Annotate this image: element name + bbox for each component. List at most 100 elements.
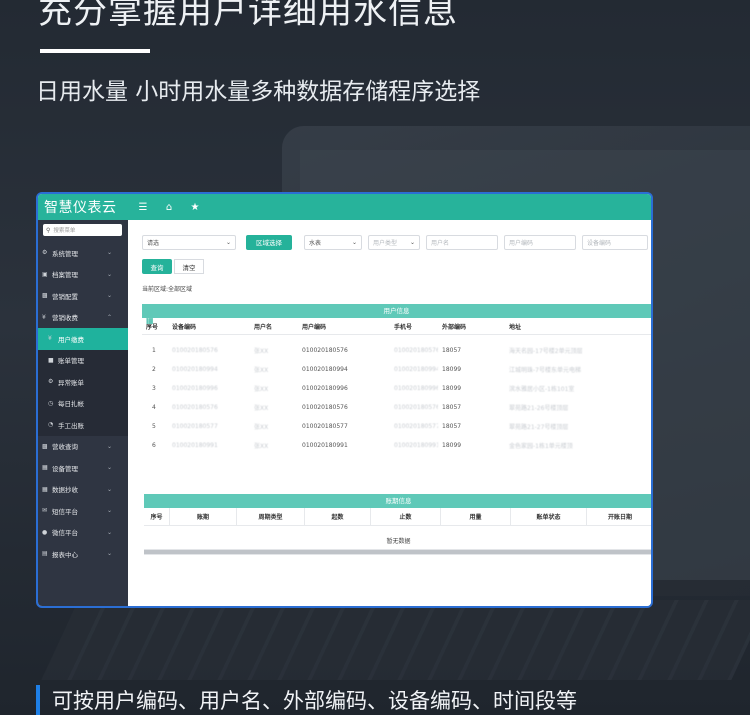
table-cell-device: 010020180576 [172, 347, 218, 354]
table-row[interactable]: 5 010020180577 张XX 010020180577 010020180577… [142, 417, 651, 436]
table-cell-phone: 010020180576 [394, 404, 438, 411]
table-cell-code: 010020180576 [302, 404, 348, 411]
user-info-title: 用户信息 [142, 304, 651, 318]
user-type-select[interactable]: 用户类型 ⌄ [368, 234, 420, 250]
bill-horizontal-scrollbar[interactable] [144, 549, 651, 555]
menu-toggle-icon[interactable]: ☰ [130, 202, 156, 213]
table-toggle-icon[interactable]: ▦ [146, 316, 154, 325]
bill-info-panel: 账期信息 序号 账期 周期类型 起数 止数 用量 账单状态 开账日期 暂无数据 [144, 494, 651, 555]
chevron-down-icon: ⌄ [106, 528, 112, 536]
column-header: 开账日期 [607, 514, 632, 521]
column-header: 手机号 [394, 323, 413, 331]
mail-icon: ✉ [42, 507, 48, 515]
card-icon: ▩ [42, 442, 48, 450]
table-cell-code: 010020180576 [302, 347, 348, 354]
sidebar-item-label: 档案管理 [52, 271, 78, 280]
promo-bottom-note: 可按用户编码、用户名、外部编码、设备编码、时间段等 [36, 684, 577, 715]
sidebar-item-bill-management[interactable]: ■ 账单管理 [38, 350, 128, 372]
sidebar-item-marketing-config[interactable]: ▩ 营销配置 ⌄ [38, 285, 128, 307]
table-cell-device: 010020180996 [172, 385, 218, 392]
user-table-body: 1 010020180576 张XX 010020180576 010020180576… [142, 341, 651, 455]
table-row[interactable]: 1 010020180576 张XX 010020180576 010020180576… [142, 341, 651, 360]
sidebar-item-report-center[interactable]: ▤ 报表中心 ⌄ [38, 543, 128, 565]
area-select-value: 请选 [147, 239, 160, 247]
background-keyboard [41, 600, 750, 680]
devicecode-input[interactable]: 设备编码 [582, 234, 648, 250]
table-row[interactable]: 3 010020180996 张XX 010020180996 010020180996… [142, 379, 651, 398]
table-cell-phone: 010020180996 [394, 385, 438, 392]
user-table-header: 序号 设备编码 用户名 用户编码 手机号 外部编码 地址 [142, 318, 651, 335]
sidebar-item-label: 报表中心 [52, 550, 78, 559]
table-cell-no: 3 [152, 385, 156, 392]
sidebar-item-label: 系统管理 [52, 249, 78, 258]
sidebar-item-label: 设备管理 [52, 464, 78, 473]
table-row[interactable]: 6 010020180991 张XX 010020180991 010020180991… [142, 436, 651, 455]
table-cell-name: 张XX [254, 405, 269, 412]
sidebar-item-revenue-query[interactable]: ▩ 营收查询 ⌄ [38, 436, 128, 458]
sidebar-item-data-reading[interactable]: ▦ 数据抄收 ⌄ [38, 479, 128, 501]
home-icon[interactable]: ⌂ [156, 202, 182, 213]
card-icon: ▩ [42, 292, 48, 300]
table-cell-ext: 18057 [442, 347, 462, 354]
table-cell-no: 1 [152, 347, 156, 354]
bottom-note-accent-bar [36, 684, 40, 715]
sidebar-item-label: 手工出账 [58, 421, 84, 430]
chevron-down-icon: ⌄ [409, 238, 415, 246]
column-header: 账期 [170, 508, 237, 525]
table-cell-ext: 18057 [442, 423, 462, 430]
sidebar-search-input[interactable]: ⚲ 搜索菜单 [43, 224, 122, 236]
column-header: 用户名 [254, 323, 273, 331]
table-cell-no: 4 [152, 404, 156, 411]
clear-button[interactable]: 清空 [174, 259, 204, 274]
column-header: 设备编码 [172, 323, 197, 331]
table-cell-device: 010020180991 [172, 442, 218, 449]
sidebar-item-device-management[interactable]: ▦ 设备管理 ⌄ [38, 457, 128, 479]
column-header: 止数 [371, 508, 441, 525]
headline-underline [40, 49, 150, 53]
star-icon[interactable]: ★ [182, 202, 208, 213]
scrollbar-thumb[interactable] [144, 550, 651, 554]
meter-type-select[interactable]: 水表 ⌄ [304, 234, 362, 250]
table-cell-code: 010020180991 [302, 442, 348, 449]
table-row[interactable]: 2 010020180994 张XX 010020180994 010020180994… [142, 360, 651, 379]
grid-icon: ▦ [42, 485, 48, 493]
table-cell-device: 010020180576 [172, 404, 218, 411]
area-select[interactable]: 请选 ⌄ [142, 234, 236, 250]
sidebar-item-label: 数据抄收 [52, 486, 78, 495]
query-button[interactable]: 查询 [142, 259, 172, 274]
table-cell-addr: 翠苑路21-26号楼顶层 [509, 405, 569, 412]
column-header: 周期类型 [237, 508, 305, 525]
username-input[interactable]: 用户名 [426, 234, 498, 250]
gear-icon: ⚙ [42, 249, 48, 257]
bill-empty-text: 暂无数据 [386, 538, 411, 545]
gear-icon: ⚙ [48, 378, 54, 386]
table-cell-phone: 010020180994 [394, 366, 438, 373]
table-cell-no: 2 [152, 366, 156, 373]
sidebar-item-user-payment[interactable]: ¥ 用户缴费 [38, 328, 128, 350]
sidebar-item-abnormal-bill[interactable]: ⚙ 异常账单 [38, 371, 128, 393]
table-cell-code: 010020180994 [302, 366, 348, 373]
chevron-down-icon: ⌄ [106, 292, 112, 300]
sidebar-item-sms[interactable]: ✉ 短信平台 ⌄ [38, 500, 128, 522]
sidebar-item-daily-settlement[interactable]: ◷ 每日扎帐 [38, 393, 128, 415]
table-cell-addr: 海天名园-17号楼2单元顶层 [509, 348, 583, 355]
usercode-input[interactable]: 用户编码 [504, 234, 576, 250]
sidebar-item-system[interactable]: ⚙ 系统管理 ⌄ [38, 242, 128, 264]
bill-table-header: 序号 账期 周期类型 起数 止数 用量 账单状态 开账日期 [144, 508, 651, 526]
column-header: 用户编码 [302, 323, 327, 331]
sidebar-item-marketing-charge[interactable]: ¥ 营销收费 ⌃ [38, 307, 128, 329]
sidebar-submenu: ¥ 用户缴费 ■ 账单管理 ⚙ 异常账单 ◷ 每日扎帐 ◔ 手工出账 [38, 328, 128, 436]
table-row[interactable]: 4 010020180576 张XX 010020180576 010020180576… [142, 398, 651, 417]
column-header: 起数 [305, 508, 371, 525]
sidebar-item-wechat[interactable]: ● 微信平台 ⌄ [38, 522, 128, 544]
sidebar-item-manual-billing[interactable]: ◔ 手工出账 [38, 414, 128, 436]
pie-icon: ◔ [48, 421, 54, 429]
area-select-button[interactable]: 区域选择 [246, 234, 292, 250]
search-icon: ⚲ [46, 226, 51, 234]
sidebar-item-archive[interactable]: ▣ 档案管理 ⌄ [38, 264, 128, 286]
sidebar-item-label: 营销配置 [52, 292, 78, 301]
table-cell-addr: 滨水雅居小区-1栋101室 [509, 386, 575, 393]
table-cell-name: 张XX [254, 348, 269, 355]
promo-subline: 日用水量 小时用水量多种数据存储程序选择 [36, 79, 481, 105]
current-area-label: 当前区域:全部区域 [142, 286, 193, 293]
